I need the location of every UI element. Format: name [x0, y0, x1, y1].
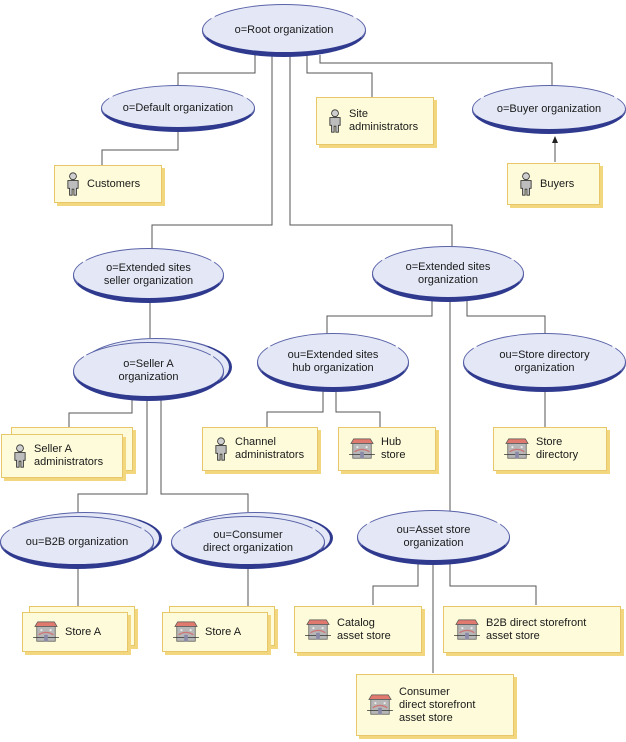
- box-channel-administrators: Channel administrators: [202, 427, 318, 471]
- connector-asset-b2b: [449, 563, 537, 605]
- box-store-a-b2b: Store A: [22, 612, 128, 652]
- org-extended-seller: o=Extended sites seller organization: [73, 248, 224, 302]
- box-store-a-consumer-label: Store A: [205, 625, 242, 638]
- org-consumer-label: ou=Consumer direct organization: [203, 529, 293, 554]
- org-consumer: ou=Consumer direct organization: [171, 512, 333, 568]
- store-icon: [305, 618, 331, 642]
- org-seller-a-label: o=Seller A organization: [118, 358, 179, 383]
- box-buyers: Buyers: [507, 163, 600, 205]
- org-extended-sites-label: o=Extended sites organization: [405, 260, 491, 286]
- box-hub-store: Hub store: [338, 427, 436, 471]
- org-store-directory-label: ou=Store directory organization: [499, 349, 590, 374]
- box-site-administrators: Site administrators: [316, 97, 434, 145]
- box-store-directory-label: Store directory: [536, 436, 579, 461]
- store-icon: [454, 618, 480, 642]
- connector-sellera-admins: [68, 400, 133, 428]
- connector-root-ext-sites: [289, 55, 453, 250]
- box-catalog-asset-store-label: Catalog asset store: [337, 616, 391, 642]
- box-catalog-asset-store: Catalog asset store: [294, 606, 422, 653]
- person-icon: [327, 109, 343, 133]
- org-buyer-label: o=Buyer organization: [496, 102, 602, 115]
- store-icon: [349, 437, 375, 461]
- box-b2b-asset-store: B2B direct storefront asset store: [443, 606, 621, 653]
- box-customers: Customers: [54, 165, 162, 203]
- connector-extsites-hub: [326, 300, 433, 334]
- org-b2b-label: ou=B2B organization: [25, 535, 129, 548]
- org-buyer: o=Buyer organization: [472, 85, 626, 133]
- store-icon: [173, 620, 199, 644]
- connector-default-customers: [101, 125, 179, 165]
- org-store-directory: ou=Store directory organization: [463, 333, 626, 391]
- person-icon: [213, 437, 229, 461]
- person-icon: [65, 172, 81, 196]
- connector-extsites-storedir: [466, 300, 546, 334]
- store-icon: [33, 620, 59, 644]
- box-seller-a-administrators-label: Seller A administrators: [34, 443, 104, 468]
- org-default: o=Default organization: [101, 85, 255, 131]
- person-icon: [12, 444, 28, 468]
- person-icon: [518, 172, 534, 196]
- box-hub-store-label: Hub store: [381, 436, 406, 461]
- box-buyers-label: Buyers: [540, 177, 575, 190]
- box-site-administrators-label: Site administrators: [349, 108, 419, 133]
- box-consumer-asset-store: Consumer direct storefront asset store: [356, 674, 514, 736]
- org-b2b: ou=B2B organization: [0, 512, 162, 568]
- box-b2b-asset-store-label: B2B direct storefront asset store: [486, 616, 587, 642]
- connector-hub-channel: [266, 390, 324, 427]
- org-seller-a: o=Seller A organization: [73, 338, 232, 400]
- box-consumer-asset-store-label: Consumer direct storefront asset store: [399, 685, 476, 724]
- org-root-label: o=Root organization: [234, 23, 334, 36]
- org-root: o=Root organization: [202, 4, 366, 56]
- connector-asset-catalog: [372, 563, 419, 605]
- org-hub-label: ou=Extended sites hub organization: [287, 349, 379, 374]
- box-channel-administrators-label: Channel administrators: [235, 436, 305, 461]
- box-store-directory: Store directory: [493, 427, 607, 471]
- box-seller-a-administrators: Seller A administrators: [1, 434, 123, 478]
- org-hub: ou=Extended sites hub organization: [257, 333, 409, 391]
- box-customers-label: Customers: [87, 177, 141, 190]
- org-asset-store-label: ou=Asset store organization: [396, 524, 471, 549]
- box-store-a-consumer: Store A: [162, 612, 268, 652]
- box-store-a-b2b-label: Store A: [65, 625, 102, 638]
- connector-hub-hubstore: [335, 390, 381, 427]
- org-default-label: o=Default organization: [122, 101, 234, 114]
- arrow-head-icon: [552, 136, 558, 143]
- org-extended-seller-label: o=Extended sites seller organization: [103, 262, 194, 287]
- store-icon: [367, 693, 393, 717]
- store-icon: [504, 437, 530, 461]
- connector-root-site-admins: [306, 55, 373, 98]
- org-asset-store: ou=Asset store organization: [357, 510, 510, 564]
- org-extended-sites: o=Extended sites organization: [372, 246, 524, 301]
